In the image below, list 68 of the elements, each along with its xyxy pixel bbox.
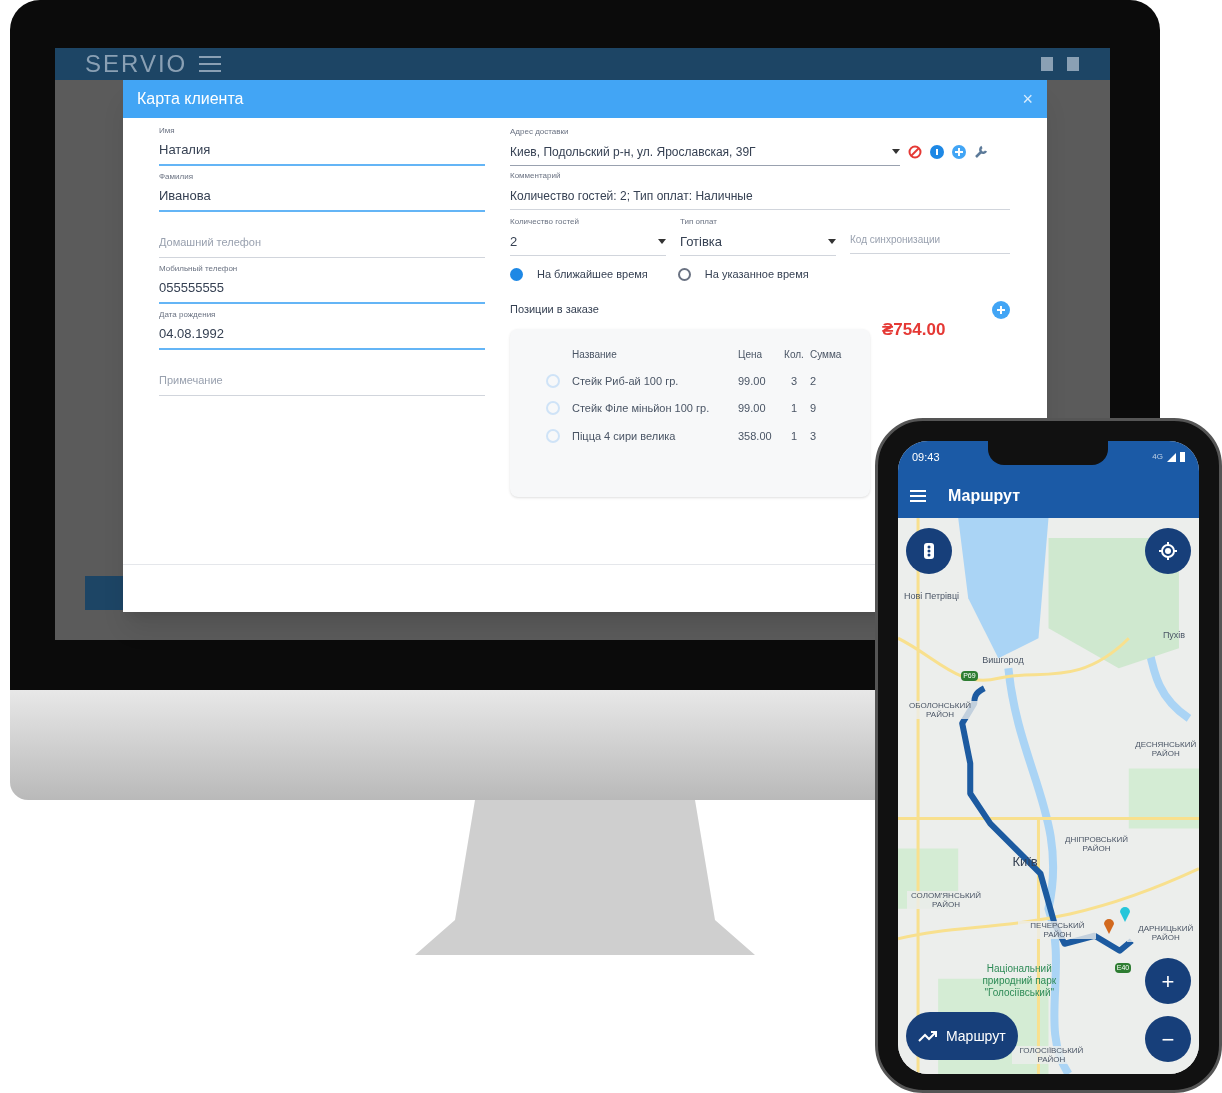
wrench-icon[interactable] bbox=[974, 145, 988, 159]
caret-icon bbox=[828, 239, 836, 244]
table-cell-text: 358.00 bbox=[738, 428, 773, 444]
menu-icon[interactable] bbox=[199, 56, 222, 72]
table-cell-text: Піцца 4 сири велика bbox=[572, 428, 677, 444]
network-label: 4G bbox=[1152, 451, 1163, 463]
column-header: Сумма bbox=[810, 347, 842, 362]
field-label: Комментарий bbox=[510, 170, 561, 182]
route-button[interactable]: Маршрут bbox=[906, 1012, 1018, 1060]
field-label: Мобильный телефон bbox=[159, 264, 238, 274]
radio-option[interactable]: На ближайшее время bbox=[510, 266, 648, 283]
row-checkbox[interactable] bbox=[546, 373, 560, 388]
table-cell-text: 2 bbox=[810, 373, 817, 389]
table-cell-text: 99.00 bbox=[738, 373, 767, 389]
table-cell-text: 1 bbox=[789, 401, 799, 416]
battery-icon bbox=[1180, 452, 1185, 462]
caret-icon bbox=[892, 149, 900, 154]
table-cell-text: Стейк Філе міньйон 100 гр. bbox=[572, 401, 711, 416]
field-label: Фамилия bbox=[159, 172, 193, 182]
input-field[interactable]: Наталия bbox=[159, 136, 485, 166]
table-cell-text: 3 bbox=[789, 373, 799, 389]
app-logo: SERVIO bbox=[85, 49, 188, 79]
row-checkbox[interactable] bbox=[546, 401, 560, 416]
table-cell-text: Стейк Риб-ай 100 гр. bbox=[572, 373, 680, 389]
section-title: Позиции в заказе bbox=[510, 302, 599, 318]
field-label: Количество гостей bbox=[510, 216, 579, 228]
field-label: Дата рождения bbox=[159, 310, 216, 320]
payment-select[interactable]: Готівка bbox=[680, 228, 836, 256]
row-checkbox[interactable] bbox=[546, 428, 560, 443]
app-bar-title: Маршрут bbox=[948, 485, 1021, 506]
table-cell-text: 3 bbox=[810, 428, 817, 444]
map-label: ПЕЧЕРСЬКИЙ РАЙОН bbox=[1018, 921, 1097, 940]
column-header: Кол. bbox=[783, 347, 805, 362]
map-pin-icon bbox=[1120, 906, 1130, 922]
map-label: Вишгород bbox=[982, 654, 1024, 668]
radio-option[interactable]: На указанное время bbox=[677, 266, 809, 283]
map-pin-icon bbox=[1104, 918, 1114, 934]
guests-select[interactable]: 2 bbox=[510, 228, 666, 256]
document-icon[interactable] bbox=[1040, 56, 1054, 72]
caret-icon bbox=[658, 239, 666, 244]
add-icon[interactable] bbox=[952, 145, 966, 159]
order-total: ₴754.00 bbox=[882, 318, 946, 341]
signal-icon bbox=[1167, 452, 1176, 462]
table-cell-text: 9 bbox=[810, 401, 817, 416]
comment-field[interactable]: Количество гостей: 2; Тип оплат: Наличные bbox=[510, 182, 1010, 210]
app-button[interactable] bbox=[85, 576, 125, 610]
map-label: Пухів bbox=[1162, 629, 1186, 643]
locate-icon bbox=[1159, 542, 1177, 560]
field-label: Тип оплат bbox=[680, 216, 717, 228]
field-label: Адрес доставки bbox=[510, 126, 569, 138]
document-icon[interactable] bbox=[1066, 56, 1080, 72]
add-icon[interactable] bbox=[992, 300, 1010, 319]
info-icon[interactable] bbox=[930, 145, 944, 159]
dialog-title: Карта клиента bbox=[137, 89, 244, 109]
status-time: 09:43 bbox=[912, 449, 940, 465]
trend-up-icon bbox=[918, 1030, 938, 1042]
column-header: Название bbox=[571, 347, 618, 362]
address-select[interactable]: Киев, Подольский р-н, ул. Ярославская, 39Г bbox=[510, 138, 900, 166]
table-cell-text: 1 bbox=[789, 428, 799, 444]
input-field[interactable]: Иванова bbox=[159, 182, 485, 212]
column-header: Цена bbox=[738, 347, 764, 362]
traffic-light-icon bbox=[924, 543, 934, 559]
block-icon[interactable] bbox=[908, 145, 922, 159]
table-cell-text: 99.00 bbox=[738, 401, 767, 416]
field-label: Имя bbox=[159, 126, 175, 136]
map-label: Національний природний парк "Голосіївський" bbox=[981, 962, 1058, 999]
input-field[interactable]: 04.08.1992 bbox=[159, 320, 485, 350]
input-field[interactable]: 055555555 bbox=[159, 274, 485, 304]
